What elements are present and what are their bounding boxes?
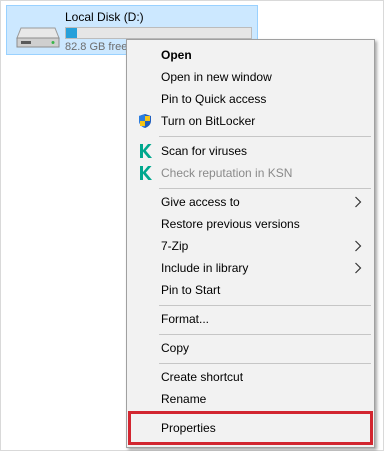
menu-item-label: Open in new window bbox=[161, 70, 272, 84]
menu-item-check-reputation[interactable]: Check reputation in KSN bbox=[129, 162, 372, 184]
drive-usage-bar bbox=[65, 27, 252, 39]
menu-item-label: 7-Zip bbox=[161, 239, 189, 253]
drive-free-space: 82.8 GB free bbox=[65, 41, 128, 53]
menu-item-label: Restore previous versions bbox=[161, 217, 300, 231]
kaspersky-k-icon bbox=[140, 166, 152, 180]
menu-item-label: Format... bbox=[161, 312, 210, 326]
menu-item-create-shortcut[interactable]: Create shortcut bbox=[129, 366, 372, 388]
menu-separator bbox=[159, 305, 371, 306]
menu-item-format[interactable]: Format... bbox=[129, 308, 372, 330]
menu-item-label: Rename bbox=[161, 392, 207, 406]
menu-separator bbox=[159, 334, 371, 335]
menu-item-give-access[interactable]: Give access to bbox=[129, 191, 372, 213]
kaspersky-k-icon bbox=[140, 144, 152, 158]
drive-name: Local Disk (D:) bbox=[65, 10, 144, 24]
menu-item-label: Copy bbox=[161, 341, 190, 355]
menu-item-label: Pin to Start bbox=[161, 283, 221, 297]
menu-item-label: Pin to Quick access bbox=[161, 92, 267, 106]
menu-separator bbox=[159, 136, 371, 137]
menu-item-label: Check reputation in KSN bbox=[161, 166, 293, 180]
shield-icon bbox=[139, 114, 151, 128]
chevron-right-icon bbox=[355, 196, 362, 208]
menu-item-pin-quick-access[interactable]: Pin to Quick access bbox=[129, 88, 372, 110]
menu-item-label: Scan for viruses bbox=[161, 144, 248, 158]
menu-item-rename[interactable]: Rename bbox=[129, 388, 372, 410]
drive-usage-fill bbox=[66, 28, 78, 38]
menu-item-label: Open bbox=[161, 48, 192, 62]
menu-item-open[interactable]: Open bbox=[129, 44, 372, 66]
menu-item-include-library[interactable]: Include in library bbox=[129, 257, 372, 279]
hard-drive-icon bbox=[16, 27, 60, 48]
chevron-right-icon bbox=[355, 240, 362, 252]
menu-item-label: Turn on BitLocker bbox=[161, 114, 256, 128]
menu-item-pin-start[interactable]: Pin to Start bbox=[129, 279, 372, 301]
menu-item-7zip[interactable]: 7-Zip bbox=[129, 235, 372, 257]
menu-item-copy[interactable]: Copy bbox=[129, 337, 372, 359]
menu-item-label: Create shortcut bbox=[161, 370, 244, 384]
menu-item-label: Include in library bbox=[161, 261, 249, 275]
properties-highlight-box bbox=[128, 411, 373, 445]
menu-item-scan-viruses[interactable]: Scan for viruses bbox=[129, 140, 372, 162]
context-menu: Open Open in new window Pin to Quick acc… bbox=[126, 39, 375, 448]
menu-item-open-new-window[interactable]: Open in new window bbox=[129, 66, 372, 88]
menu-separator bbox=[159, 363, 371, 364]
chevron-right-icon bbox=[355, 262, 362, 274]
menu-separator bbox=[159, 188, 371, 189]
menu-item-restore-versions[interactable]: Restore previous versions bbox=[129, 213, 372, 235]
menu-item-label: Give access to bbox=[161, 195, 240, 209]
menu-item-turn-on-bitlocker[interactable]: Turn on BitLocker bbox=[129, 110, 372, 132]
